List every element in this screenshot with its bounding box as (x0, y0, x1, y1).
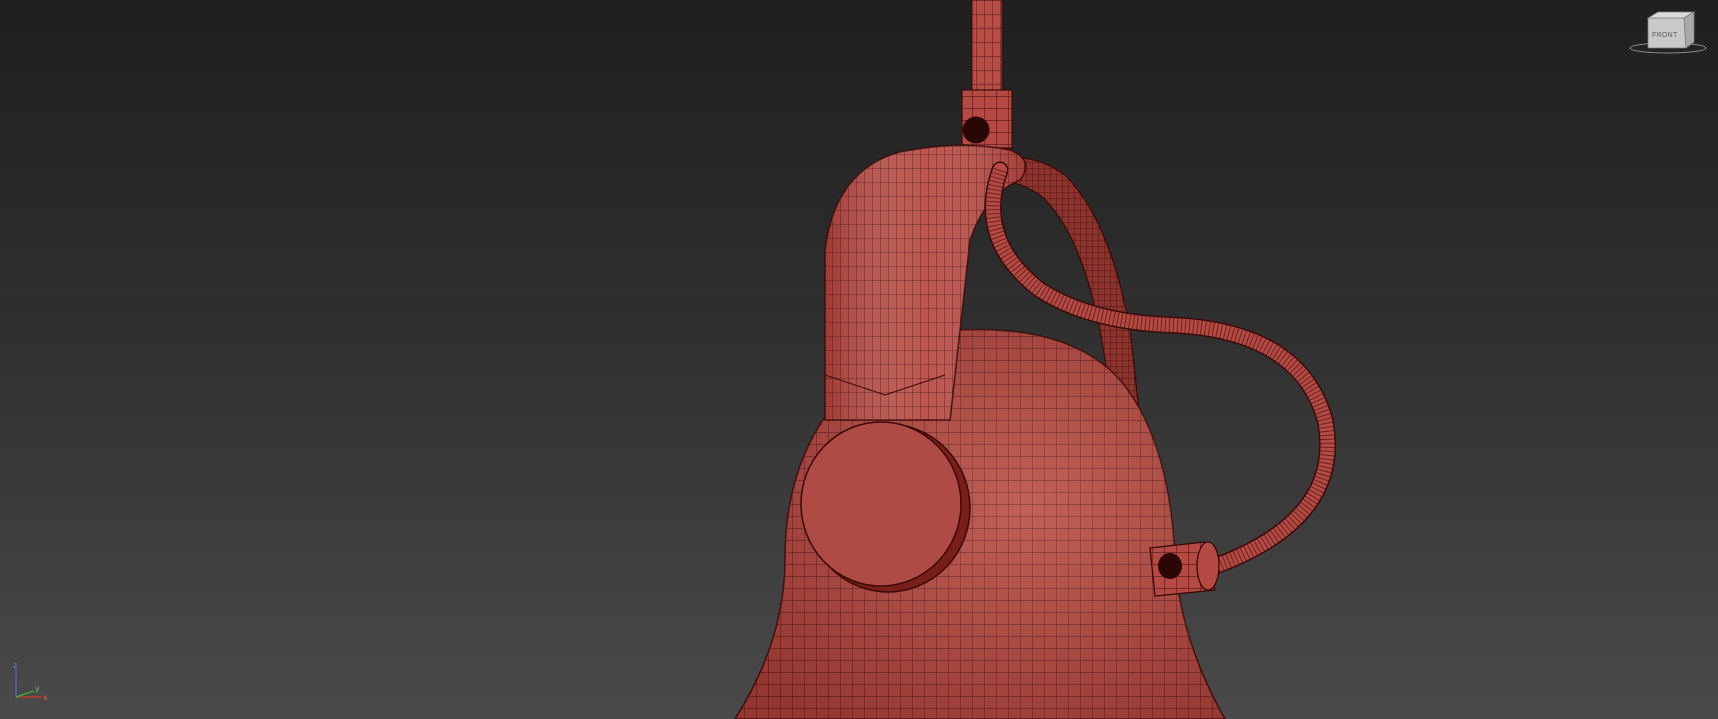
cable-connector[interactable] (1149, 541, 1220, 597)
viewport-scene[interactable] (0, 0, 1718, 719)
axis-x-label: x (43, 693, 48, 702)
3d-viewport[interactable]: FRONT z x y (0, 0, 1718, 719)
axis-z-label: z (13, 661, 17, 670)
viewcube[interactable]: FRONT (1628, 8, 1708, 54)
suspension-rod[interactable] (961, 0, 1013, 149)
axis-tripod: z x y (10, 661, 50, 703)
viewcube-icon[interactable]: FRONT (1628, 8, 1708, 54)
axis-tripod-icon: z x y (13, 661, 48, 702)
axis-y-label: y (35, 684, 40, 693)
viewcube-face-label[interactable]: FRONT (1652, 32, 1678, 39)
